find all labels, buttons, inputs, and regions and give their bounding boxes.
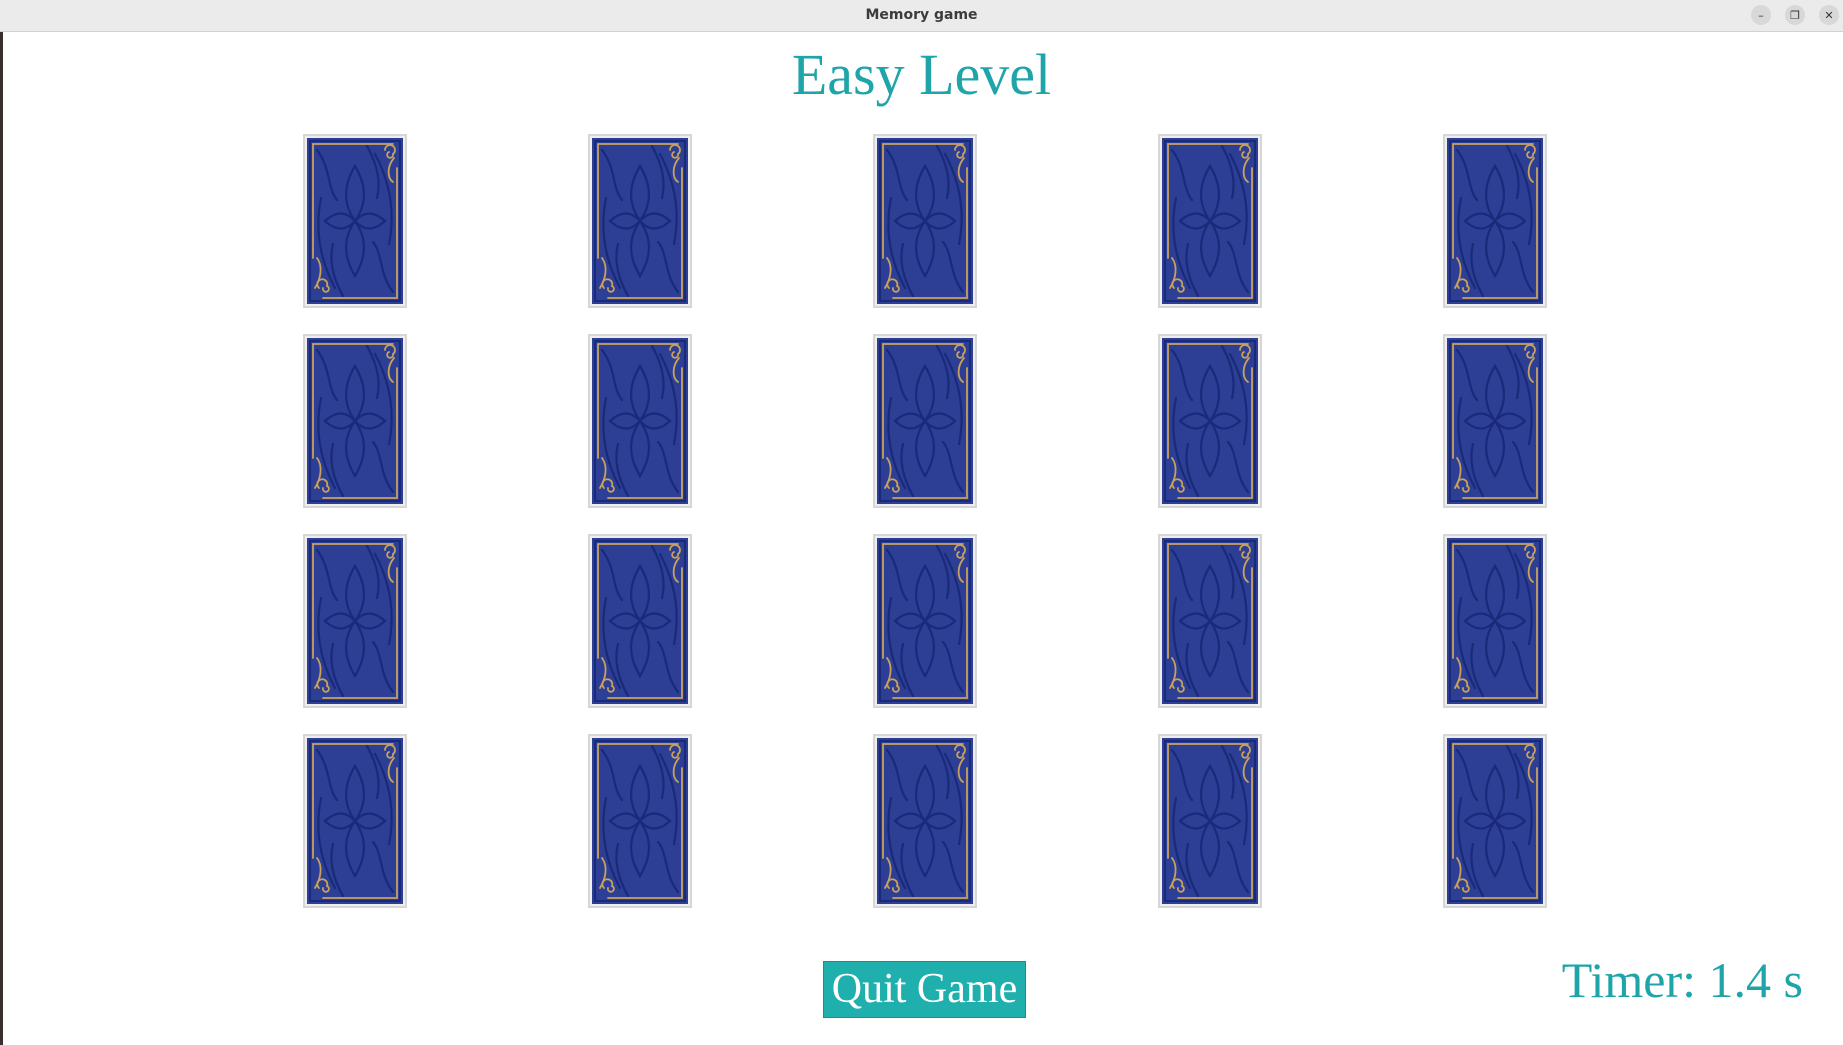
- card-back-image: [877, 338, 973, 504]
- card[interactable]: [303, 734, 407, 908]
- quit-game-button[interactable]: Quit Game: [823, 961, 1026, 1018]
- card-back-image: [1447, 738, 1543, 904]
- card-back-image: [592, 538, 688, 704]
- card-back-image: [1447, 338, 1543, 504]
- card-back-image: [1447, 538, 1543, 704]
- card[interactable]: [1158, 334, 1262, 508]
- card-back-image: [1162, 138, 1258, 304]
- card[interactable]: [303, 134, 407, 308]
- card-back-image: [877, 738, 973, 904]
- window-titlebar: Memory game – ❐ ✕: [0, 0, 1843, 32]
- maximize-button[interactable]: ❐: [1785, 5, 1805, 25]
- close-button[interactable]: ✕: [1819, 5, 1839, 25]
- card[interactable]: [588, 334, 692, 508]
- card-back-image: [1447, 138, 1543, 304]
- card-back-image: [592, 338, 688, 504]
- card-back-image: [877, 138, 973, 304]
- card[interactable]: [588, 734, 692, 908]
- card-back-image: [307, 538, 403, 704]
- card[interactable]: [1443, 334, 1547, 508]
- card[interactable]: [1158, 134, 1262, 308]
- card[interactable]: [1443, 134, 1547, 308]
- close-icon: ✕: [1824, 8, 1834, 22]
- card-back-image: [307, 338, 403, 504]
- card[interactable]: [588, 534, 692, 708]
- maximize-icon: ❐: [1790, 8, 1800, 22]
- minimize-button[interactable]: –: [1751, 5, 1771, 25]
- card[interactable]: [588, 134, 692, 308]
- card[interactable]: [873, 534, 977, 708]
- card[interactable]: [873, 134, 977, 308]
- card[interactable]: [1443, 734, 1547, 908]
- card-back-image: [877, 538, 973, 704]
- card-back-image: [307, 738, 403, 904]
- card[interactable]: [303, 534, 407, 708]
- card[interactable]: [303, 334, 407, 508]
- card-back-image: [592, 138, 688, 304]
- level-title: Easy Level: [791, 42, 1052, 107]
- card[interactable]: [873, 334, 977, 508]
- timer-display: Timer: 1.4 s: [1561, 952, 1803, 1008]
- minimize-icon: –: [1758, 8, 1764, 22]
- card-back-image: [592, 738, 688, 904]
- window-edge: [0, 32, 3, 1045]
- card-back-image: [1162, 338, 1258, 504]
- card[interactable]: [1158, 734, 1262, 908]
- card[interactable]: [1443, 534, 1547, 708]
- window-title: Memory game: [865, 7, 978, 23]
- card[interactable]: [1158, 534, 1262, 708]
- card[interactable]: [873, 734, 977, 908]
- card-back-image: [1162, 738, 1258, 904]
- card-back-image: [307, 138, 403, 304]
- card-back-image: [1162, 538, 1258, 704]
